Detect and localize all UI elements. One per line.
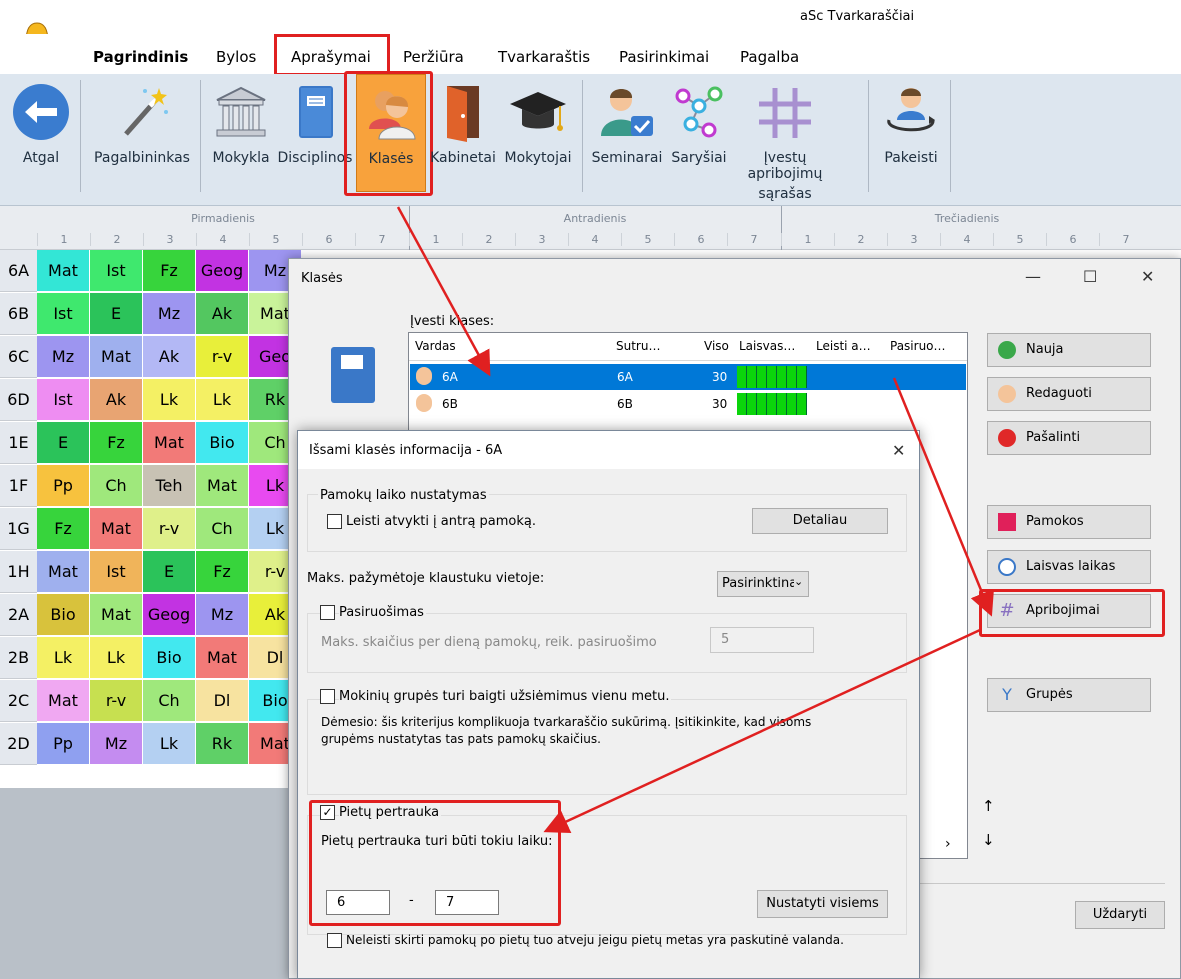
arrow-row-to-constraints <box>892 377 994 617</box>
annotation-arrows <box>396 206 994 833</box>
arrow-classes-to-list <box>396 206 491 377</box>
arrow-constraints-to-lunch <box>543 628 981 833</box>
